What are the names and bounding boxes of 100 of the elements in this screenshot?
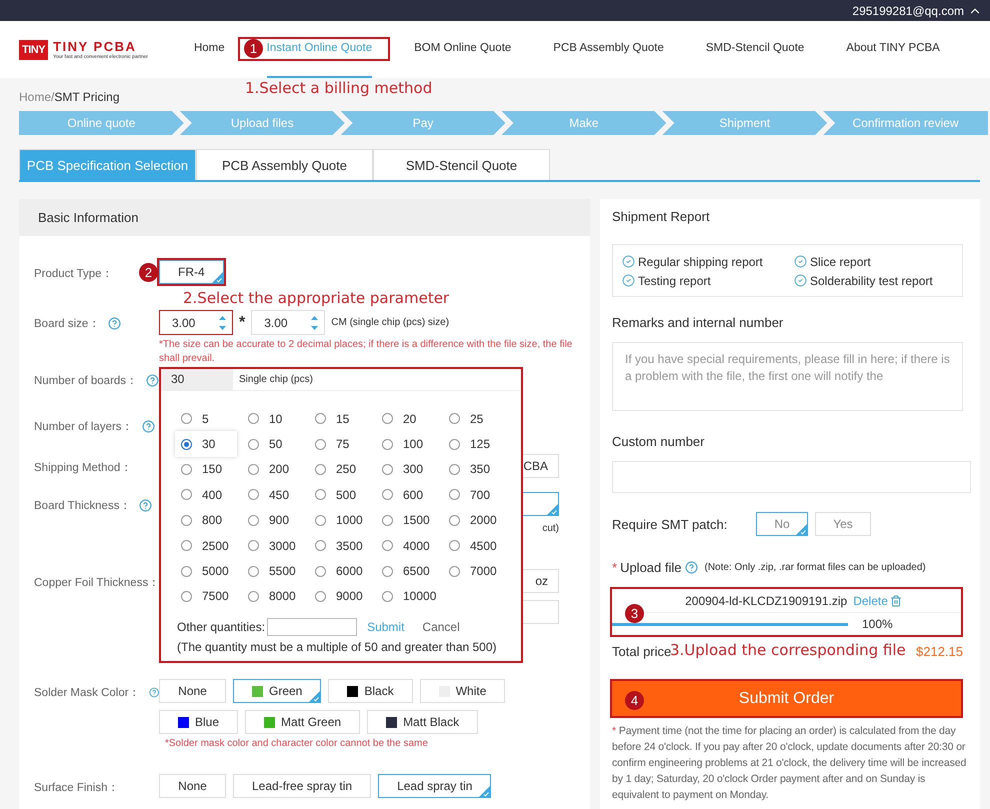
quantity-option[interactable]: 6000 <box>309 558 371 584</box>
help-icon[interactable] <box>146 374 159 386</box>
quantity-option[interactable]: 1000 <box>309 508 371 533</box>
nav-link[interactable]: SMD-Stencil Quote <box>706 21 804 78</box>
report-label: Solderability test report <box>810 274 933 288</box>
quantity-option[interactable]: 3500 <box>309 532 371 558</box>
quantity-option[interactable]: 5 <box>175 406 237 432</box>
quantity-option[interactable]: 4000 <box>376 532 438 558</box>
color-option-button[interactable]: Matt Black <box>367 710 478 734</box>
quote-tab[interactable]: PCB Assembly Quote <box>196 149 373 180</box>
progress-reading: 100% <box>862 617 893 631</box>
quantity-option[interactable]: 10 <box>242 406 304 432</box>
quantity-option[interactable]: 800 <box>175 508 237 533</box>
quantity-option[interactable]: 1500 <box>376 508 438 533</box>
panel-title: Basic Information <box>19 199 590 236</box>
check-circle-icon[interactable] <box>622 274 635 287</box>
option-button[interactable]: FR-4 <box>159 260 224 284</box>
check-circle-icon[interactable] <box>794 274 807 287</box>
quote-tab[interactable]: SMD-Stencil Quote <box>373 149 550 180</box>
quantity-option[interactable]: 10000 <box>376 584 438 610</box>
annotation-caption: 2.Select the appropriate parameter <box>183 289 450 307</box>
quantity-option[interactable]: 450 <box>242 482 304 508</box>
nav-link[interactable]: BOM Online Quote <box>414 21 512 78</box>
quantity-option[interactable]: 600 <box>376 482 438 508</box>
quantity-option[interactable]: 6500 <box>376 558 438 584</box>
option-button[interactable]: No <box>756 512 808 536</box>
quantity-option[interactable]: 5000 <box>175 558 237 584</box>
help-icon[interactable] <box>148 686 159 698</box>
nav-link[interactable]: About TINY PCBA <box>846 21 940 78</box>
option-button[interactable]: Lead spray tin <box>378 774 492 798</box>
total-label: Total price <box>612 644 672 658</box>
quantity-option[interactable]: 25 <box>443 406 505 432</box>
number-field[interactable]: 3.00 <box>159 310 233 335</box>
option-button[interactable]: Yes <box>815 512 871 536</box>
other-quantities-label: Other quantities: <box>177 620 266 634</box>
remarks-field[interactable]: If you have special requirements, please fill in here; if there is a problem with the file, the first one will notify the <box>612 342 963 411</box>
color-option-button[interactable]: White <box>420 679 506 703</box>
field-label: Shipping Method： <box>34 460 132 474</box>
quantity-note: (The quantity must be a multiple of 50 and greater than 500) <box>177 639 498 656</box>
quantity-option[interactable]: 75 <box>309 431 371 457</box>
report-label: Testing report <box>638 274 711 288</box>
trash-icon[interactable] <box>890 594 902 606</box>
annotation-caption: 1.Select a billing method <box>245 79 432 97</box>
field-label: Number of layers： <box>34 420 134 434</box>
corner-check-icon <box>479 786 490 797</box>
logo-name: TINY PCBA <box>53 39 138 54</box>
quantity-option[interactable]: 125 <box>443 431 505 457</box>
quantity-option[interactable]: 2000 <box>443 508 505 533</box>
custom-number-field[interactable] <box>612 461 971 493</box>
field-label: Board size： <box>34 316 100 330</box>
breadcrumb-link[interactable]: SMT Pricing <box>54 90 120 104</box>
field-label: Number of boards： <box>34 374 138 388</box>
user-email[interactable]: 295199281@qq.com <box>852 4 964 18</box>
quantity-option[interactable]: 15 <box>309 406 371 432</box>
stepper-arrows-icon[interactable] <box>219 314 226 330</box>
quantity-value-field[interactable]: 30 <box>161 369 233 390</box>
quantity-option[interactable]: 200 <box>242 456 304 482</box>
color-option-button[interactable]: Matt Green <box>245 710 360 734</box>
help-icon[interactable] <box>684 560 698 574</box>
check-circle-icon[interactable] <box>622 255 635 268</box>
quantity-option[interactable]: 100 <box>376 431 438 457</box>
number-field[interactable]: 3.00 <box>251 310 326 335</box>
quantity-option[interactable]: 3000 <box>242 532 304 558</box>
quantity-option[interactable]: 30 <box>175 431 237 457</box>
check-circle-icon[interactable] <box>794 255 807 268</box>
quantity-option[interactable]: 700 <box>443 482 505 508</box>
nav-link[interactable]: PCB Assembly Quote <box>553 21 664 78</box>
nav-link[interactable]: Home <box>194 21 225 78</box>
quantity-option[interactable]: 5500 <box>242 558 304 584</box>
option-button[interactable]: Lead-free spray tin <box>233 774 372 798</box>
help-icon[interactable] <box>142 420 155 432</box>
quantity-option[interactable]: 4500 <box>443 532 505 558</box>
help-icon[interactable] <box>108 316 122 330</box>
corner-check-icon <box>309 691 320 702</box>
option-button[interactable]: None <box>159 774 226 798</box>
quantity-option[interactable]: 8000 <box>242 584 304 610</box>
quantity-option[interactable]: 150 <box>175 456 237 482</box>
quantity-option[interactable]: 9000 <box>309 584 371 610</box>
quantity-option[interactable]: 50 <box>242 431 304 457</box>
cancel-link[interactable]: Cancel <box>422 620 460 634</box>
quantity-option[interactable]: 7500 <box>175 584 237 610</box>
quantity-option[interactable]: 400 <box>175 482 237 508</box>
corner-check-icon <box>796 524 807 535</box>
color-option-button[interactable]: Black <box>328 679 413 703</box>
color-option-button[interactable]: None <box>159 679 226 703</box>
payment-note: * Payment time (not the time for placing an order) is calculated from the day before 24 o'clock. If you pay after 20 o'clock, update documents after 20:30 or confirm engineering problems at 21 o'clock, the delivery time will be increased by 1 day; Saturday, 20 o'clock Order payment after and on Sunday is equivalent to payment on Monday. <box>612 724 968 803</box>
color-option-button[interactable]: Green <box>233 679 322 703</box>
quantity-option[interactable]: 350 <box>443 456 505 482</box>
quantity-option[interactable]: 500 <box>309 482 371 508</box>
quantity-option[interactable]: 250 <box>309 456 371 482</box>
section-title: Remarks and internal number <box>612 315 784 331</box>
quantity-option[interactable]: 900 <box>242 508 304 533</box>
other-quantity-field[interactable] <box>267 618 358 636</box>
help-icon[interactable] <box>139 498 152 512</box>
stepper-arrows-icon[interactable] <box>311 314 318 330</box>
quantity-option[interactable]: 7000 <box>443 558 505 584</box>
quantity-option[interactable]: 300 <box>376 456 438 482</box>
quantity-option[interactable]: 2500 <box>175 532 237 558</box>
color-option-button[interactable]: Blue <box>159 710 238 734</box>
quantity-option[interactable]: 20 <box>376 406 438 432</box>
